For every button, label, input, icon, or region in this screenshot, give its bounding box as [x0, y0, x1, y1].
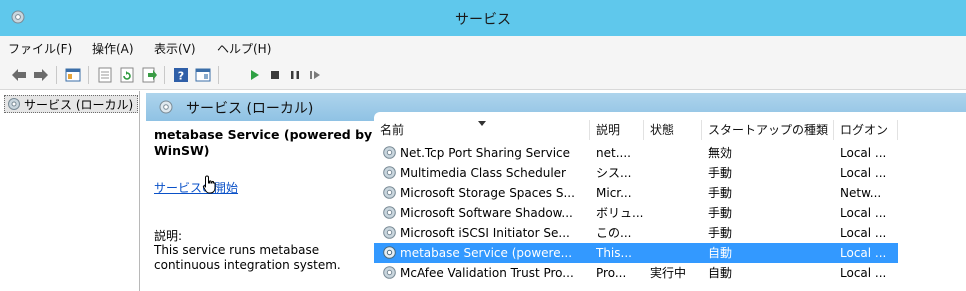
show-hide-tree-icon[interactable]: [64, 66, 82, 84]
service-name: McAfee Validation Trust Pro...: [400, 266, 574, 280]
service-startup-type: 手動: [708, 226, 733, 240]
sort-arrow-icon: [478, 121, 486, 126]
window-title: サービス: [455, 12, 511, 28]
service-description: シス...: [596, 166, 632, 180]
menu-help[interactable]: ヘルプ(H): [217, 40, 271, 57]
service-name: metabase Service (powere...: [400, 246, 573, 260]
menu-view[interactable]: 表示(V): [154, 40, 196, 57]
gear-icon: [159, 100, 173, 114]
gear-icon: [383, 266, 396, 279]
menu-bar: ファイル(F) 操作(A) 表示(V) ヘルプ(H): [0, 36, 966, 60]
description-label: 説明:: [154, 229, 183, 243]
service-row[interactable]: Multimedia Class Scheduler シス... 手動 Loca…: [374, 163, 898, 183]
toolbar-separator: [218, 66, 219, 84]
column-header-logon[interactable]: ログオン: [834, 120, 898, 140]
service-description: この...: [596, 226, 632, 240]
column-header-name[interactable]: 名前: [374, 120, 590, 140]
toolbar-separator: [56, 66, 57, 84]
service-logon: Local ...: [840, 146, 887, 160]
service-name: Microsoft Storage Spaces S...: [400, 186, 575, 200]
service-status: 実行中: [650, 266, 687, 280]
service-description: net....: [596, 146, 631, 160]
service-row-selected[interactable]: metabase Service (powere... This... 自動 L…: [374, 243, 898, 263]
start-service-link[interactable]: サービスの開始: [154, 179, 238, 196]
gear-icon: [383, 226, 396, 239]
description-pane: metabase Service (powered by WinSW) サービス…: [146, 121, 374, 291]
toolbar-separator: [88, 66, 89, 84]
toolbar-separator: [164, 66, 165, 84]
gear-icon: [383, 186, 396, 199]
service-name: Net.Tcp Port Sharing Service: [400, 146, 571, 160]
gear-icon: [383, 206, 396, 219]
forward-icon[interactable]: [32, 66, 50, 84]
menu-action[interactable]: 操作(A): [92, 40, 134, 57]
service-startup-type: 手動: [708, 166, 733, 180]
service-description: Pro...: [596, 266, 627, 280]
svg-text:?: ?: [178, 70, 184, 83]
service-row[interactable]: Net.Tcp Port Sharing Service net.... 無効 …: [374, 143, 898, 163]
service-name: Microsoft iSCSI Initiator Se...: [400, 226, 570, 240]
tree-item-services-local[interactable]: サービス (ローカル): [4, 95, 139, 113]
column-header-label: 名前: [380, 123, 405, 137]
service-logon: Local ...: [840, 226, 887, 240]
service-name: Microsoft Software Shadow...: [400, 206, 573, 220]
toolbar: ?: [0, 60, 966, 90]
service-logon: Local ...: [840, 266, 887, 280]
pause-service-icon[interactable]: [286, 66, 304, 84]
stop-service-icon[interactable]: [266, 66, 284, 84]
tree-item-label: サービス (ローカル): [24, 97, 134, 112]
start-service-icon[interactable]: [246, 66, 264, 84]
service-description: This...: [596, 246, 632, 260]
properties-icon[interactable]: [96, 66, 114, 84]
service-logon: Local ...: [840, 246, 887, 260]
gear-icon: [383, 146, 396, 159]
help-icon[interactable]: ?: [172, 66, 190, 84]
service-row[interactable]: Microsoft Software Shadow... ボリュ... 手動 L…: [374, 203, 898, 223]
service-logon: Netw...: [840, 186, 882, 200]
hand-cursor-icon: [202, 175, 216, 194]
service-startup-type: 無効: [708, 146, 733, 160]
service-description: ボリュ...: [596, 206, 644, 220]
service-row[interactable]: McAfee Validation Trust Pro... Pro... 実行…: [374, 263, 898, 283]
export-list-icon[interactable]: [140, 66, 158, 84]
column-header-description[interactable]: 説明: [590, 120, 644, 140]
service-startup-type: 自動: [708, 246, 733, 260]
service-name: Multimedia Class Scheduler: [400, 166, 566, 180]
gear-icon: [383, 166, 396, 179]
description-text: This service runs metabase continuous in…: [154, 243, 341, 272]
selected-service-title: metabase Service (powered by WinSW): [154, 127, 373, 158]
service-description: Micr...: [596, 186, 632, 200]
service-startup-type: 手動: [708, 186, 733, 200]
resume-service-icon[interactable]: [306, 66, 324, 84]
content-header-title: サービス (ローカル): [186, 101, 314, 117]
column-header-startup-type[interactable]: スタートアップの種類: [702, 120, 834, 140]
back-icon[interactable]: [10, 66, 28, 84]
service-logon: Local ...: [840, 166, 887, 180]
services-list: 名前 説明 状態 スタートアップの種類 ログオン Net.Tcp Port Sh…: [374, 112, 966, 291]
gear-icon: [383, 246, 396, 259]
gear-icon: [8, 98, 20, 110]
service-row[interactable]: Microsoft Storage Spaces S... Micr... 手動…: [374, 183, 898, 203]
service-startup-type: 自動: [708, 266, 733, 280]
console-tree: サービス (ローカル): [0, 91, 140, 291]
menu-file[interactable]: ファイル(F): [8, 40, 72, 57]
title-bar: サービス: [0, 0, 966, 36]
service-row[interactable]: Microsoft iSCSI Initiator Se... この... 手動…: [374, 223, 898, 243]
show-action-pane-icon[interactable]: [194, 66, 212, 84]
service-startup-type: 手動: [708, 206, 733, 220]
column-header-status[interactable]: 状態: [644, 120, 702, 140]
service-logon: Local ...: [840, 206, 887, 220]
refresh-icon[interactable]: [118, 66, 136, 84]
